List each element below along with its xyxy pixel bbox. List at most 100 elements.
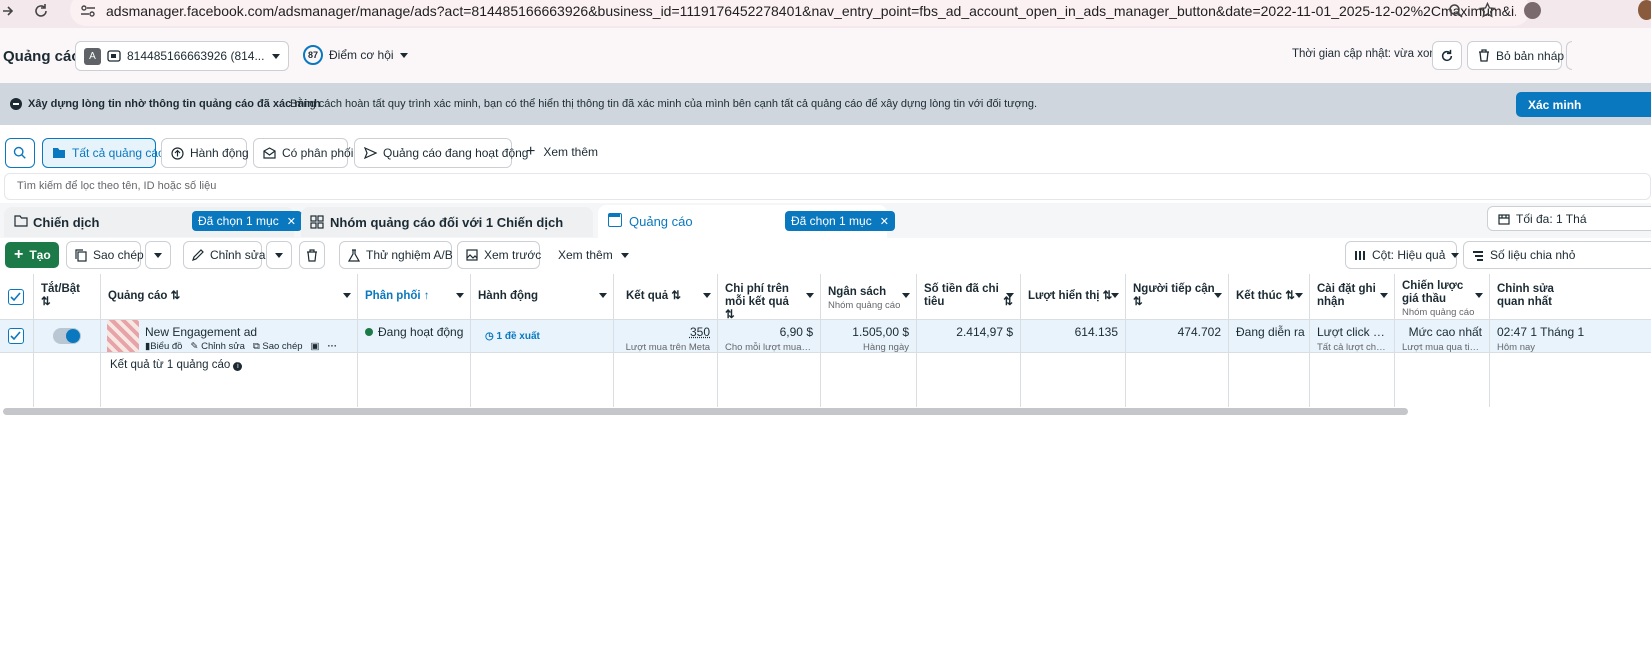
reach-value: 474.702 [1177, 325, 1221, 339]
flask-icon [348, 248, 360, 262]
horizontal-scrollbar[interactable] [3, 408, 1408, 415]
duplicate-button[interactable]: Sao chép [66, 241, 144, 269]
preview-button[interactable]: Xem trước [457, 241, 542, 269]
search-input[interactable]: Tìm kiếm để lọc theo tên, ID hoặc số liệ… [4, 173, 1651, 200]
chevron-down-icon[interactable] [1380, 293, 1388, 298]
column-header-ends[interactable]: Kết thúc ⇅ [1229, 274, 1310, 320]
column-header-attribution[interactable]: Cài đặt ghi nhận [1310, 274, 1395, 320]
duplicate-dropdown[interactable] [145, 241, 171, 269]
level-tab-adsets[interactable]: Nhóm quảng cáo đối với 1 Chiến dịch [301, 207, 593, 237]
column-header-budget[interactable]: Ngân sách Nhóm quảng cáo [821, 274, 917, 320]
budget-value[interactable]: 1.505,00 $ [828, 325, 909, 339]
account-selector[interactable]: A 814485166663926 (814... [75, 41, 289, 71]
ads-selected-pill[interactable]: Đã chọn 1 mục ✕ [785, 211, 895, 231]
reload-icon[interactable] [33, 3, 49, 19]
column-header-results[interactable]: Kết quả ⇅ [614, 274, 718, 320]
tab-active-ads[interactable]: Quảng cáo đang hoạt động [354, 138, 528, 168]
column-header-actions[interactable]: Hành động [471, 274, 614, 320]
discard-draft-button[interactable]: Bỏ bản nháp [1467, 41, 1564, 70]
chevron-down-icon[interactable] [1006, 293, 1014, 298]
info-icon[interactable]: i [233, 362, 243, 371]
create-button[interactable]: + Tạo [5, 242, 59, 268]
site-settings-icon[interactable] [80, 4, 96, 18]
sort-icon[interactable]: ⇅ [171, 290, 181, 302]
column-header-bid-strategy[interactable]: Chiến lược giá thầu Nhóm quảng cáo [1395, 274, 1490, 320]
ad-name-link[interactable]: New Engagement ad [145, 325, 350, 339]
sort-ascending-icon[interactable]: ↑ [424, 290, 430, 302]
recommendation-link[interactable]: ◷ 1 đề xuất [485, 331, 540, 342]
sort-icon[interactable]: ⇅ [725, 309, 735, 319]
chevron-down-icon[interactable] [703, 293, 711, 298]
chevron-down-icon[interactable] [343, 293, 351, 298]
row-last-edited-cell: 02:47 1 Tháng 1 Hôm nay [1490, 320, 1651, 353]
column-header-impressions[interactable]: Lượt hiển thị ⇅ [1021, 274, 1126, 320]
delete-button[interactable] [299, 241, 325, 269]
chevron-down-icon[interactable] [806, 293, 814, 298]
delivery-status: Đang hoạt động [378, 325, 464, 339]
breakdown-button[interactable]: Số liệu chia nhỏ [1463, 241, 1651, 269]
chevron-down-icon[interactable] [902, 293, 910, 298]
bookmark-star-icon[interactable] [1479, 2, 1496, 19]
refresh-button[interactable] [1432, 41, 1462, 70]
breakdown-icon [1472, 250, 1484, 261]
forward-icon[interactable] [2, 4, 14, 18]
chevron-down-icon[interactable] [1111, 293, 1119, 298]
column-header-last-edited[interactable]: Chỉnh sửa quan nhất [1490, 274, 1651, 320]
row-chart-link[interactable]: ▮Biểu đồ [145, 341, 182, 352]
page-title: Quảng cáo [3, 48, 81, 65]
sort-icon[interactable]: ⇅ [41, 296, 51, 308]
sort-icon[interactable]: ⇅ [671, 290, 681, 302]
footer-cell [0, 353, 34, 407]
extension-avatar-icon[interactable] [1524, 2, 1541, 19]
calendar-icon [1498, 213, 1510, 225]
column-header-amount-spent[interactable]: Số tiền đã chi tiêu ⇅ [917, 274, 1021, 320]
columns-button[interactable]: Cột: Hiệu quả [1345, 241, 1460, 269]
column-header-cost-per-result[interactable]: Chi phí trên mỗi kết quả ⇅ [718, 274, 821, 320]
plus-icon: + [14, 246, 24, 263]
more-options-icon[interactable]: ··· [328, 341, 338, 352]
on-off-toggle[interactable] [53, 328, 81, 344]
status-dot [365, 328, 373, 336]
tab-all-ads[interactable]: Tất cả quảng cáo [42, 138, 165, 168]
row-edit-link[interactable]: ✎ Chỉnh sửa [190, 341, 244, 352]
ad-thumbnail[interactable] [107, 320, 139, 352]
column-header-reach[interactable]: Người tiếp cận ⇅ [1126, 274, 1229, 320]
chevron-down-icon[interactable] [1214, 293, 1222, 298]
edit-dropdown[interactable] [266, 241, 292, 269]
preview-label: Xem trước [484, 248, 542, 262]
search-button[interactable] [5, 138, 35, 168]
sort-icon[interactable]: ⇅ [1285, 290, 1295, 302]
verify-button[interactable]: Xác minh [1516, 92, 1651, 117]
close-icon[interactable]: ✕ [880, 215, 889, 228]
columns-label: Cột: Hiệu quả [1372, 248, 1446, 262]
chevron-down-icon[interactable] [1295, 293, 1303, 298]
campaign-selected-pill[interactable]: Đã chọn 1 mục ✕ [192, 211, 302, 231]
edit-button[interactable]: Chỉnh sửa [183, 241, 265, 269]
row-duplicate-link[interactable]: ⧉ Sao chép [253, 341, 303, 352]
chevron-down-icon[interactable] [1475, 293, 1483, 298]
ab-test-button[interactable]: Thử nghiệm A/B [339, 241, 453, 269]
column-header-toggle[interactable]: Tắt/Bật ⇅ [34, 274, 101, 320]
close-icon[interactable]: ✕ [287, 215, 296, 228]
chevron-down-icon[interactable] [599, 293, 607, 298]
zoom-icon[interactable] [1448, 3, 1464, 19]
tab-label: Tất cả quảng cáo [72, 146, 165, 160]
tab-has-delivery[interactable]: Có phân phối [253, 138, 353, 168]
date-range-label: Tối đa: 1 Thá [1516, 211, 1587, 226]
more-actions-button[interactable]: Xem thêm [558, 248, 629, 262]
date-range-button[interactable]: Tối đa: 1 Thá [1487, 206, 1651, 231]
results-value[interactable]: 350 [621, 325, 710, 339]
image-icon[interactable]: ▣ [311, 341, 320, 352]
select-all-checkbox[interactable] [8, 289, 24, 305]
row-checkbox[interactable] [8, 328, 24, 344]
publish-button[interactable] [1566, 41, 1572, 70]
tab-actions[interactable]: Hành động [161, 138, 249, 168]
url-text[interactable]: adsmanager.facebook.com/adsmanager/manag… [106, 3, 1516, 19]
more-filters-button[interactable]: + Xem thêm [526, 144, 598, 160]
chevron-down-icon[interactable] [456, 293, 464, 298]
column-header-ad[interactable]: Quảng cáo ⇅ [101, 274, 358, 320]
profile-avatar[interactable] [1638, 0, 1651, 20]
opportunity-score[interactable]: 87 Điểm cơ hội [303, 45, 408, 65]
column-header-delivery[interactable]: Phân phối ↑ [358, 274, 471, 320]
sort-icon[interactable]: ⇅ [1133, 296, 1143, 308]
